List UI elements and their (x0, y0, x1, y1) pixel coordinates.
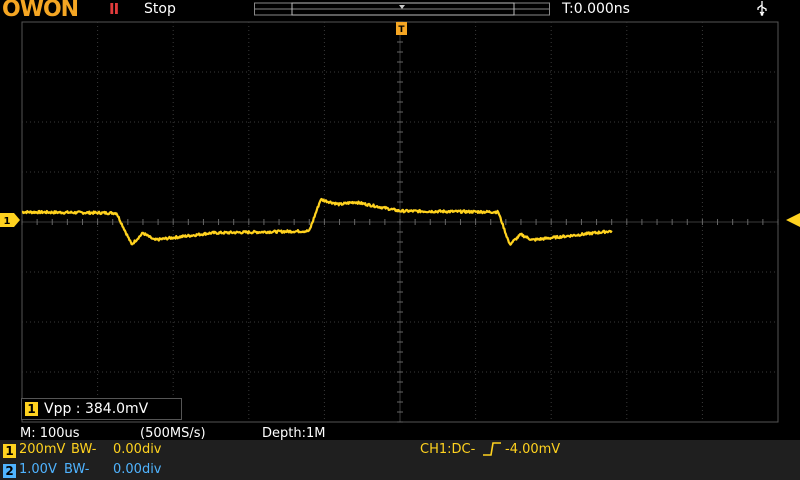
ch1-volts-div: 200mV (19, 442, 66, 457)
ch2-info-row[interactable]: 2 1.00V BW- 0.00div (0, 460, 800, 480)
trigger-source: CH1:DC- (420, 442, 476, 457)
usb-icon (756, 0, 768, 20)
memory-position-bar[interactable] (254, 2, 550, 16)
pause-icon[interactable]: II (109, 0, 119, 18)
ch2-volts-div: 1.00V (19, 462, 57, 477)
ch1-info-row[interactable]: 1 200mV BW- 0.00div CH1:DC- -4.00mV (0, 440, 800, 460)
rising-edge-icon (482, 441, 502, 461)
trigger-time-readout: T:0.000ns (562, 1, 630, 17)
graticule-grid (21, 21, 779, 423)
run-state-label: Stop (144, 1, 176, 17)
trigger-level-marker[interactable] (786, 213, 800, 227)
timebase-readout: M: 100us (20, 426, 80, 441)
ch2-badge: 2 (3, 464, 16, 478)
ch1-offset: 0.00div (113, 442, 162, 457)
measure-channel-badge: 1 (25, 402, 38, 416)
trigger-level: -4.00mV (505, 442, 561, 457)
sample-rate-readout: (500MS/s) (140, 426, 206, 441)
record-depth-readout: Depth:1M (262, 426, 326, 441)
ch2-bandwidth: BW- (64, 462, 90, 477)
trigger-position-marker (399, 5, 405, 9)
ch2-offset: 0.00div (113, 462, 162, 477)
measurement-box: 1 Vpp : 384.0mV (21, 398, 182, 420)
vpp-measurement: Vpp : 384.0mV (44, 401, 149, 417)
svg-text:1: 1 (4, 216, 11, 227)
owon-logo: OWON (2, 0, 79, 22)
trigger-marker-top: T (396, 22, 407, 35)
top-bar: OWON II Stop T:0.000ns (0, 0, 800, 22)
ch1-badge: 1 (3, 444, 16, 458)
svg-text:T: T (398, 25, 405, 35)
ch1-offset-marker[interactable]: 1 (0, 213, 20, 227)
status-row: M: 100us (500MS/s) Depth:1M (0, 426, 800, 441)
ch1-bandwidth: BW- (71, 442, 97, 457)
waveform-display[interactable]: T 1 (0, 20, 800, 426)
